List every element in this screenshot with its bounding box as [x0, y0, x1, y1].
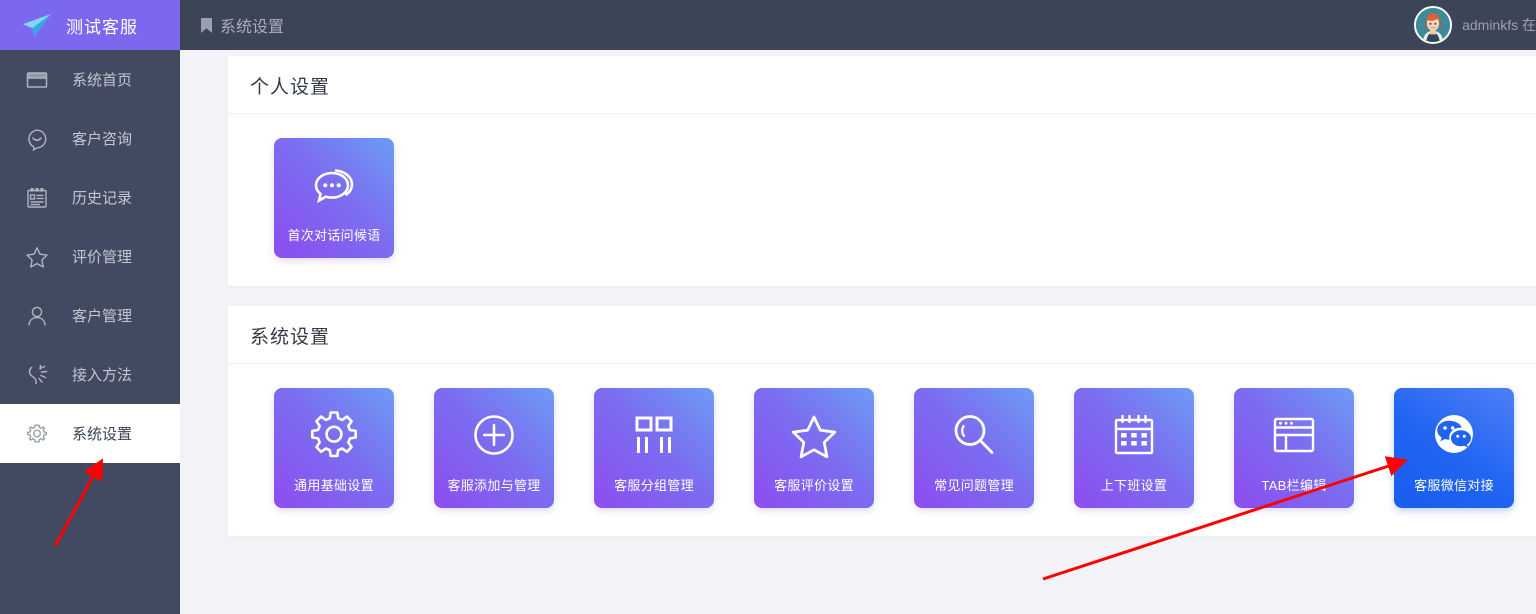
user-name: adminkfs 在线: [1462, 17, 1536, 33]
tile-faq-manage[interactable]: 常见问题管理: [914, 388, 1034, 508]
content-area: 个人设置 首次对话问候语 系统设置 通用基础设置 客服添加与管理 客服分组管理 …: [180, 50, 1536, 614]
notepad-list-icon: [24, 185, 50, 211]
top-bar: 系统设置 adminkfs 在: [180, 0, 1536, 50]
browser-layout-icon: [1267, 408, 1321, 462]
breadcrumb-text: 系统设置: [220, 19, 285, 36]
tile-wechat-integration[interactable]: 客服微信对接: [1394, 388, 1514, 508]
paper-plane-icon: [22, 13, 52, 37]
tile-general-basic-settings[interactable]: 通用基础设置: [274, 388, 394, 508]
gear-icon: [24, 421, 50, 447]
sidebar-item-access-method[interactable]: 接入方法: [0, 345, 180, 404]
main-column: 系统设置 adminkfs 在 个人设置 首次对话问候语 系统设置 通用基础设置…: [180, 0, 1536, 614]
panel-header: 个人设置: [228, 56, 1536, 114]
chat-bubbles-icon: [307, 158, 361, 212]
panel-system-settings: 系统设置 通用基础设置 客服添加与管理 客服分组管理 客服评价设置 常见问题管理…: [228, 306, 1536, 536]
tile-label: 客服微信对接: [1414, 478, 1494, 493]
sidebar-item-customer-consult[interactable]: 客户咨询: [0, 109, 180, 168]
app-root: 测试客服 系统首页 客户咨询 历史记录 评价管理 客户管理 接入方法 系统设置 …: [0, 0, 1536, 614]
gear-icon: [307, 408, 361, 462]
sidebar-item-label: 系统首页: [72, 72, 133, 89]
plug-link-icon: [24, 362, 50, 388]
user-menu[interactable]: adminkfs 在线: [1414, 6, 1536, 44]
tile-label: 首次对话问候语: [287, 228, 381, 243]
tile-label: 上下班设置: [1100, 478, 1168, 493]
breadcrumb: 系统设置: [200, 13, 284, 37]
app-logo[interactable]: 测试客服: [0, 0, 180, 50]
tile-agent-add-manage[interactable]: 客服添加与管理: [434, 388, 554, 508]
sidebar: 测试客服 系统首页 客户咨询 历史记录 评价管理 客户管理 接入方法 系统设置: [0, 0, 180, 614]
tile-work-hours-settings[interactable]: 上下班设置: [1074, 388, 1194, 508]
sidebar-item-label: 系统设置: [72, 426, 133, 443]
sidebar-item-system-home[interactable]: 系统首页: [0, 50, 180, 109]
tile-agent-review-settings[interactable]: 客服评价设置: [754, 388, 874, 508]
grid-columns-icon: [627, 408, 681, 462]
tile-label: TAB栏编辑: [1261, 478, 1327, 493]
star-icon: [24, 244, 50, 270]
avatar: [1414, 6, 1453, 44]
tile-first-chat-greeting[interactable]: 首次对话问候语: [274, 138, 394, 258]
tile-label: 客服添加与管理: [447, 478, 541, 493]
bookmark-flag-icon: [200, 17, 213, 34]
sidebar-item-system-settings[interactable]: 系统设置: [0, 404, 180, 463]
sidebar-item-label: 接入方法: [72, 367, 133, 384]
panel-title: 系统设置: [250, 327, 331, 348]
panel-personal-settings: 个人设置 首次对话问候语: [228, 56, 1536, 286]
plus-circle-icon: [467, 408, 521, 462]
sidebar-item-label: 客户咨询: [72, 131, 133, 148]
calendar-icon: [1107, 408, 1161, 462]
tile-label: 客服评价设置: [774, 478, 854, 493]
magnifier-icon: [947, 408, 1001, 462]
brand-name: 测试客服: [66, 17, 138, 37]
sidebar-item-label: 客户管理: [72, 308, 133, 325]
tile-label: 常见问题管理: [934, 478, 1014, 493]
tile-agent-group-manage[interactable]: 客服分组管理: [594, 388, 714, 508]
tile-label: 通用基础设置: [294, 478, 374, 493]
smiley-chat-icon: [24, 126, 50, 152]
sidebar-item-label: 历史记录: [72, 190, 133, 207]
star-icon: [787, 408, 841, 462]
tile-label: 客服分组管理: [614, 478, 694, 493]
tile-tab-bar-edit[interactable]: TAB栏编辑: [1234, 388, 1354, 508]
sidebar-item-review-manage[interactable]: 评价管理: [0, 227, 180, 286]
sidebar-item-customer-manage[interactable]: 客户管理: [0, 286, 180, 345]
sidebar-item-history[interactable]: 历史记录: [0, 168, 180, 227]
panel-body: 首次对话问候语: [228, 114, 1536, 286]
user-icon: [24, 303, 50, 329]
panel-title: 个人设置: [250, 77, 331, 98]
panel-body: 通用基础设置 客服添加与管理 客服分组管理 客服评价设置 常见问题管理 上下班设…: [228, 364, 1536, 536]
sidebar-item-label: 评价管理: [72, 249, 133, 266]
window-icon: [24, 67, 50, 93]
panel-header: 系统设置: [228, 306, 1536, 364]
wechat-icon: [1427, 408, 1481, 462]
